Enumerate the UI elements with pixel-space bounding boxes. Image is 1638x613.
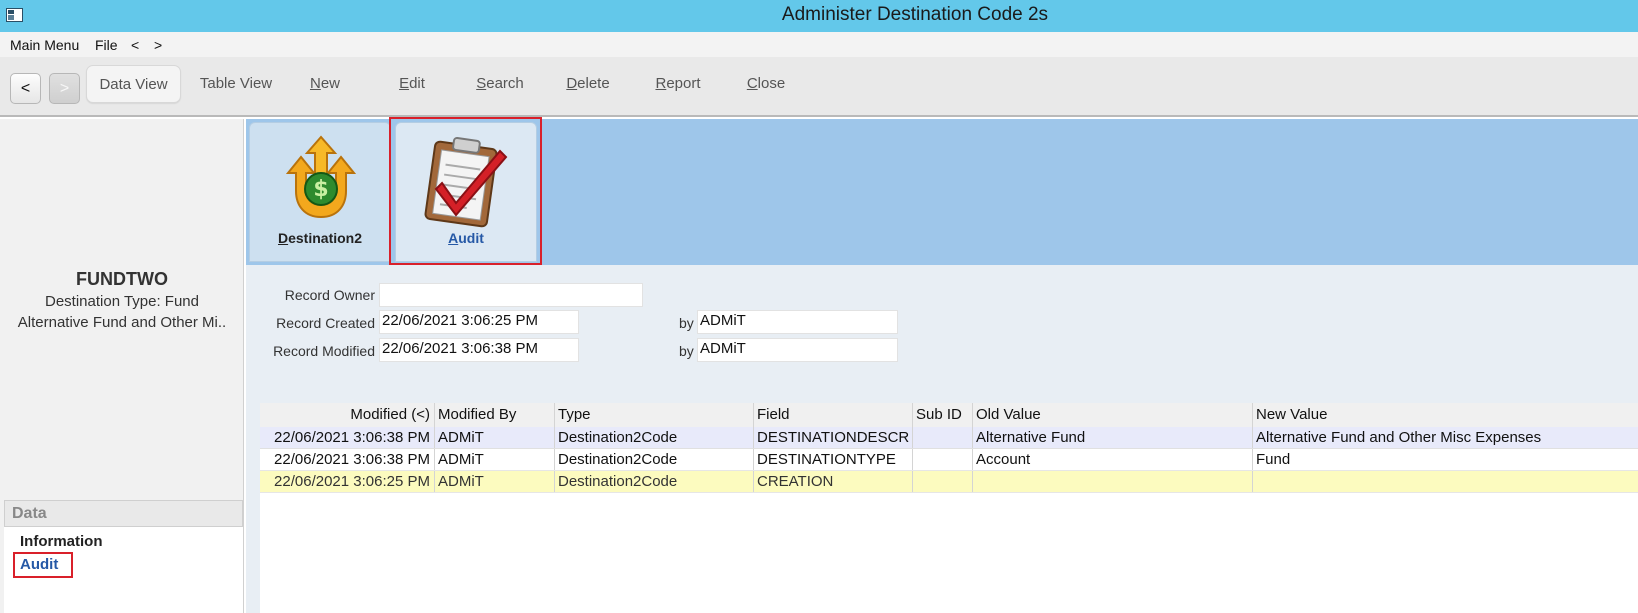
column-header-field[interactable]: Field — [754, 403, 913, 427]
menu-file[interactable]: File — [95, 37, 118, 53]
tab-destination2[interactable]: $ Destination2 — [249, 122, 391, 262]
audit-grid: Modified (<) Modified By Type Field Sub … — [260, 403, 1638, 613]
column-header-modified-by[interactable]: Modified By — [435, 403, 555, 427]
column-header-sub-id[interactable]: Sub ID — [913, 403, 973, 427]
delete-button[interactable]: Delete — [558, 65, 618, 103]
cell-modified: 22/06/2021 3:06:25 PM — [260, 471, 435, 492]
record-modified-label: Record Modified — [273, 343, 375, 359]
cell-sub-id — [913, 471, 973, 492]
cell-field: DESTINATIONDESCR — [754, 427, 913, 448]
new-button[interactable]: New — [296, 65, 354, 103]
data-item-information[interactable]: Information — [20, 533, 103, 550]
cell-new-value: Alternative Fund and Other Misc Expenses — [1256, 429, 1542, 446]
cell-type: Destination2Code — [555, 427, 754, 448]
search-mnemonic: S — [476, 75, 487, 92]
cell-modified-by: ADMiT — [435, 471, 555, 492]
close-label-rest: lose — [757, 75, 786, 92]
close-mnemonic: C — [746, 75, 758, 92]
record-created-label: Record Created — [276, 315, 375, 331]
data-section-header[interactable]: Data — [4, 500, 243, 527]
cell-type: Destination2Code — [555, 471, 754, 492]
created-by-field[interactable]: ADMiT — [697, 310, 898, 334]
report-button[interactable]: Report — [647, 65, 709, 103]
record-name: FUNDTWO — [76, 269, 168, 289]
close-button[interactable]: Close — [738, 65, 794, 103]
cell-old-value: Account — [973, 449, 1253, 470]
table-row[interactable]: 22/06/2021 3:06:38 PM ADMiT Destination2… — [260, 427, 1638, 449]
search-button[interactable]: Search — [468, 65, 532, 103]
menu-back[interactable]: < — [131, 37, 139, 53]
svg-text:$: $ — [313, 177, 328, 202]
data-item-audit[interactable]: Audit — [20, 556, 58, 573]
column-header-modified[interactable]: Modified (<) — [260, 403, 435, 427]
cell-type: Destination2Code — [555, 449, 754, 470]
menu-main-menu[interactable]: Main Menu — [10, 37, 79, 53]
toolbar: < > Data View Table View New Edit Search… — [0, 57, 1638, 117]
tab-destination2-label: Destination2 — [277, 230, 363, 246]
column-header-type[interactable]: Type — [555, 403, 754, 427]
new-mnemonic: N — [309, 75, 321, 92]
record-created-field[interactable]: 22/06/2021 3:06:25 PM — [379, 310, 579, 334]
column-header-old-value[interactable]: Old Value — [973, 403, 1253, 427]
created-by-label: by — [679, 315, 694, 331]
modified-by-field[interactable]: ADMiT — [697, 338, 898, 362]
report-label-rest: eport — [666, 75, 701, 92]
edit-label-rest: dit — [409, 75, 425, 92]
cell-sub-id — [913, 427, 973, 448]
table-row[interactable]: 22/06/2021 3:06:38 PM ADMiT Destination2… — [260, 449, 1638, 471]
back-button[interactable]: < — [10, 73, 41, 104]
modified-by-label: by — [679, 343, 694, 359]
cell-modified-by: ADMiT — [435, 427, 555, 448]
cell-modified: 22/06/2021 3:06:38 PM — [260, 427, 435, 448]
record-summary-panel: FUNDTWO Destination Type: Fund Alternati… — [0, 119, 244, 613]
record-owner-label: Record Owner — [284, 287, 375, 303]
cell-field: DESTINATIONTYPE — [754, 449, 913, 470]
menu-forward[interactable]: > — [154, 37, 162, 53]
tab-strip: $ Destination2 Audit — [246, 119, 1638, 265]
report-mnemonic: R — [655, 75, 667, 92]
data-view-button[interactable]: Data View — [86, 65, 181, 103]
tab-audit[interactable]: Audit — [395, 122, 537, 262]
column-header-new-value[interactable]: New Value — [1253, 403, 1638, 427]
search-label-rest: earch — [486, 75, 524, 92]
table-view-button[interactable]: Table View — [191, 65, 281, 103]
title-bar: Administer Destination Code 2s — [0, 0, 1638, 32]
new-label-rest: ew — [320, 75, 341, 92]
data-section: Data Information Audit — [4, 500, 243, 613]
clipboard-check-icon — [424, 137, 508, 228]
record-modified-field[interactable]: 22/06/2021 3:06:38 PM — [379, 338, 579, 362]
edit-mnemonic: E — [399, 75, 410, 92]
grid-header-row: Modified (<) Modified By Type Field Sub … — [260, 403, 1638, 427]
record-owner-field[interactable] — [379, 283, 643, 307]
cell-modified: 22/06/2021 3:06:38 PM — [260, 449, 435, 470]
cell-new-value: Fund — [1256, 451, 1291, 468]
cell-sub-id — [913, 449, 973, 470]
window-title: Administer Destination Code 2s — [781, 4, 1049, 25]
cell-old-value: Alternative Fund — [973, 427, 1253, 448]
table-row[interactable]: 22/06/2021 3:06:25 PM ADMiT Destination2… — [260, 471, 1638, 493]
record-description: Alternative Fund and Other Mi.. — [17, 314, 227, 331]
cell-field: CREATION — [754, 471, 913, 492]
edit-button[interactable]: Edit — [384, 65, 440, 103]
delete-label-rest: elete — [577, 75, 610, 92]
record-type: Destination Type: Fund — [45, 293, 199, 310]
cell-new-value — [1253, 471, 1638, 492]
cell-modified-by: ADMiT — [435, 449, 555, 470]
tab-audit-label: Audit — [448, 230, 484, 246]
money-arrows-icon: $ — [285, 135, 357, 219]
forward-button[interactable]: > — [49, 73, 80, 104]
menu-bar: Main Menu File < > — [0, 32, 1638, 57]
delete-mnemonic: D — [566, 75, 578, 92]
cell-old-value — [973, 471, 1253, 492]
